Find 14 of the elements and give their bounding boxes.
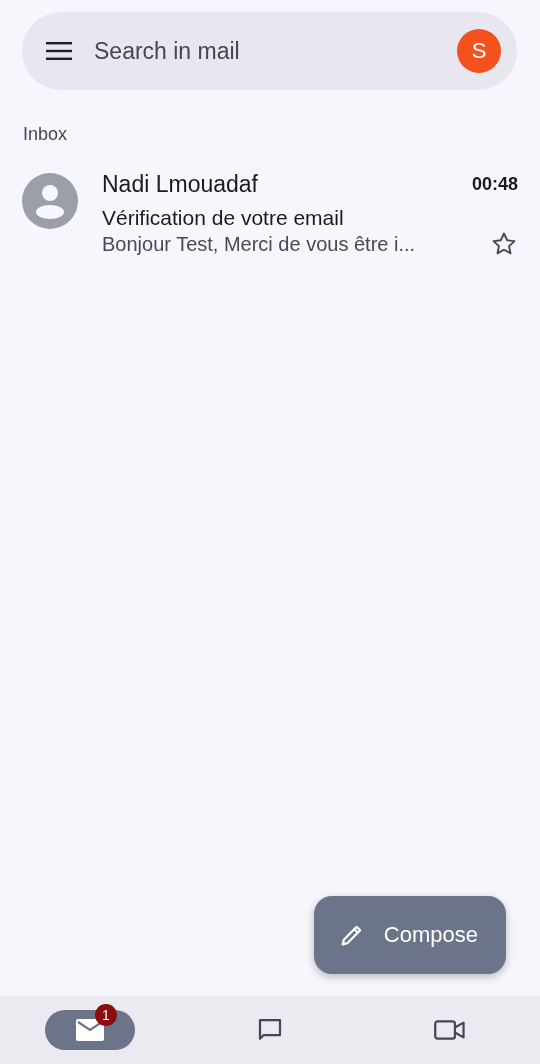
account-avatar[interactable]: S bbox=[457, 29, 501, 73]
email-time: 00:48 bbox=[471, 174, 518, 195]
compose-button[interactable]: Compose bbox=[313, 896, 506, 974]
email-subject: Vérification de votre email bbox=[102, 206, 345, 230]
search-bar[interactable]: Search in mail S bbox=[22, 12, 517, 90]
video-icon bbox=[434, 1017, 466, 1043]
unread-badge: 1 bbox=[95, 1004, 117, 1026]
nav-tab[interactable] bbox=[45, 1010, 135, 1050]
menu-icon[interactable] bbox=[46, 41, 72, 61]
sender-avatar-icon bbox=[22, 173, 78, 229]
section-label: Inbox bbox=[23, 124, 69, 145]
email-preview: Bonjour Test, Merci de vous être i... bbox=[102, 232, 416, 256]
email-sender: Nadi Lmouadaf bbox=[102, 171, 258, 198]
mail-icon bbox=[76, 1019, 104, 1041]
